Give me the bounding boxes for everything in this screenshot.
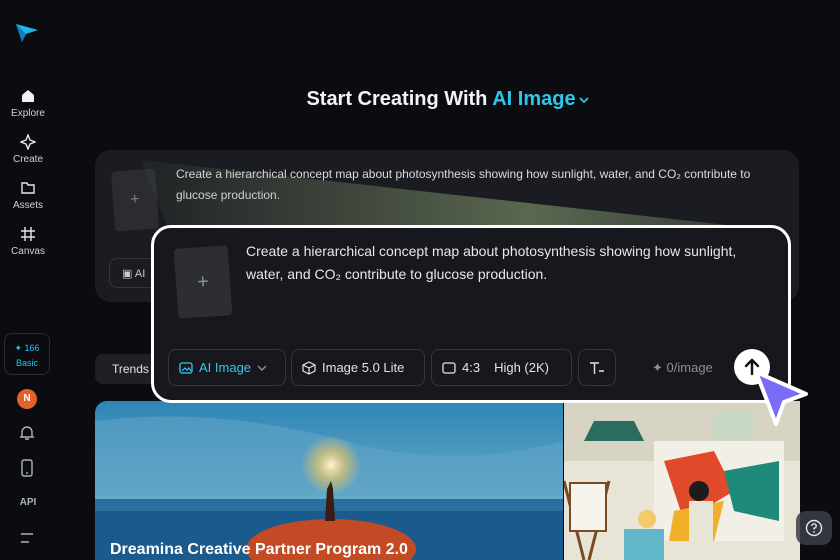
ratio-quality-select[interactable]: 4:3 High (2K) (431, 349, 572, 386)
mobile-app-icon[interactable] (19, 459, 35, 477)
sparkle-icon (20, 134, 36, 150)
bell-icon[interactable] (19, 424, 35, 442)
avatar[interactable]: N (17, 389, 37, 409)
title-prefix: Start Creating With (306, 88, 488, 110)
cube-icon (302, 360, 316, 375)
credit-cost: ✦ 0/image (652, 360, 713, 376)
trends-tab[interactable]: Trends (95, 354, 157, 384)
mouse-cursor-icon (754, 370, 808, 426)
home-icon (22, 90, 34, 102)
aspect-ratio-icon (442, 361, 456, 374)
canvas-grid-icon (21, 227, 35, 241)
sidebar-item-label: Canvas (11, 246, 45, 257)
sidebar-item-label: Explore (11, 108, 45, 119)
sidebar-item-assets[interactable]: Assets (0, 180, 56, 211)
text-style-button[interactable] (578, 349, 616, 386)
prompt-box: + Create a hierarchical concept map abou… (151, 225, 791, 403)
credit-cost-label: 0/image (666, 360, 713, 375)
prompt-input[interactable]: Create a hierarchical concept map about … (246, 240, 776, 286)
image-mode-icon (179, 361, 193, 374)
menu-icon[interactable] (19, 532, 35, 544)
folder-icon (21, 182, 35, 194)
sidebar-item-canvas[interactable]: Canvas (0, 226, 56, 257)
chevron-down-icon (257, 365, 267, 371)
help-icon (805, 519, 823, 537)
credits-star-icon: ✦ (14, 343, 22, 353)
help-button[interactable] (796, 511, 832, 545)
text-format-icon (590, 361, 604, 374)
sidebar: Explore Create Assets Canvas ✦ 166 Basic… (0, 0, 56, 560)
mode-dropdown-label: AI Image (492, 88, 576, 110)
sidebar-item-explore[interactable]: Explore (0, 88, 56, 119)
reference-image-slot[interactable]: + (110, 168, 160, 232)
dreamina-logo[interactable] (14, 20, 40, 44)
mode-dropdown[interactable]: AI Image (492, 88, 589, 110)
sidebar-item-label: Assets (12, 200, 43, 211)
mode-select-label: AI Image (199, 360, 252, 375)
background-prompt-text: Create a hierarchical concept map about … (176, 167, 751, 202)
credits-count: 166 (24, 343, 40, 353)
credit-star-icon: ✦ (652, 360, 663, 375)
ratio-label: 4:3 (462, 360, 481, 375)
model-select-label: Image 5.0 Lite (322, 360, 405, 375)
sidebar-item-label: Create (12, 154, 43, 165)
prompt-toolbar: AI Image Image 5.0 Lite 4:3 High (2K) ✦ … (168, 349, 768, 387)
reference-image-upload[interactable]: + (173, 245, 233, 319)
background-mode-chip-label: AI (134, 268, 146, 280)
hero-title: Dreamina Creative Partner Program 2.0 (110, 541, 408, 558)
api-link[interactable]: API (0, 497, 56, 508)
model-select[interactable]: Image 5.0 Lite (291, 349, 425, 386)
quality-label: High (2K) (494, 360, 549, 375)
image-icon: ▣ (122, 268, 133, 280)
page-title: Start Creating With AI Image (56, 88, 840, 111)
sidebar-item-create[interactable]: Create (0, 134, 56, 165)
plan-label: Basic (15, 358, 38, 368)
chevron-down-icon (578, 97, 589, 103)
mode-select[interactable]: AI Image (168, 349, 286, 386)
hero-banner-image[interactable] (95, 401, 563, 560)
credits-badge[interactable]: ✦ 166 Basic (4, 333, 50, 375)
